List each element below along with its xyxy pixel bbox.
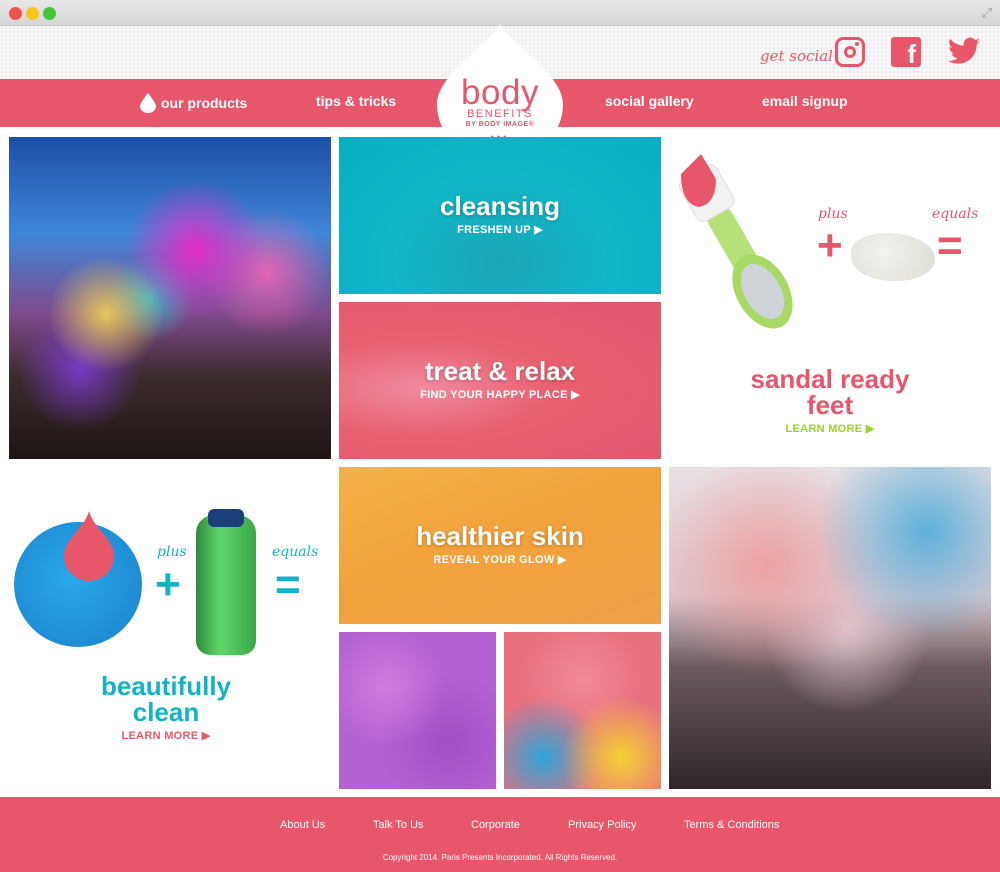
- purple-sponges-photo[interactable]: [339, 632, 496, 789]
- promo-sandal-ready-feet: plus + equals = sandal ready feet LEARN …: [669, 137, 991, 459]
- promo-feet-learn-more[interactable]: LEARN MORE ▶: [669, 422, 991, 435]
- footer: About Us Talk To Us Corporate Privacy Po…: [0, 797, 1000, 872]
- sponge-tag-image: [64, 511, 114, 581]
- facebook-icon[interactable]: f: [891, 37, 921, 67]
- minimize-window-button[interactable]: [26, 7, 39, 20]
- mixed-sponges-photo[interactable]: [504, 632, 661, 789]
- browser-titlebar: ⤢: [0, 0, 1000, 26]
- nav-our-products[interactable]: our products: [140, 93, 247, 113]
- twitter-icon[interactable]: [948, 37, 980, 67]
- footer-link-privacy[interactable]: Privacy Policy: [568, 819, 636, 831]
- promo-clean-title-line2: clean: [132, 697, 200, 727]
- equals-sign: =: [937, 221, 963, 270]
- tile-healthier-link[interactable]: REVEAL YOUR GLOW ▶: [339, 553, 661, 566]
- tile-cleansing-title: cleansing: [440, 191, 560, 221]
- equals-sign-2: =: [275, 560, 301, 609]
- foot-file-product-image: [679, 154, 793, 329]
- maximize-window-button[interactable]: [43, 7, 56, 20]
- body-wash-bottle-image: [196, 509, 256, 655]
- tile-treat-title: treat & relax: [424, 356, 576, 386]
- nav-tips-tricks[interactable]: tips & tricks: [316, 93, 396, 109]
- color-party-crowd-photo[interactable]: [669, 467, 991, 789]
- promo-clean-learn-more[interactable]: LEARN MORE ▶: [5, 729, 327, 742]
- plus-label: plus: [818, 206, 848, 222]
- promo-clean-title-line1: beautifully: [100, 671, 231, 701]
- get-social-label: get social: [760, 47, 833, 65]
- tile-healthier-title: healthier skin: [416, 521, 584, 551]
- promo-feet-title-line2: feet: [806, 390, 854, 420]
- footer-link-talk[interactable]: Talk To Us: [373, 819, 424, 831]
- footer-link-terms[interactable]: Terms & Conditions: [684, 819, 779, 831]
- footer-copyright: Copyright 2014. Paris Presents Incorpora…: [382, 853, 618, 862]
- logo-byline: BY BODY IMAGE®: [465, 121, 535, 128]
- nav-social-gallery[interactable]: social gallery: [605, 93, 694, 109]
- droplet-icon: [140, 93, 156, 113]
- close-window-button[interactable]: [9, 7, 22, 20]
- footer-link-corporate[interactable]: Corporate: [471, 819, 520, 831]
- fullscreen-icon[interactable]: ⤢: [982, 5, 992, 21]
- plus-sign-2: +: [155, 560, 181, 609]
- nav-email-signup[interactable]: email signup: [762, 93, 848, 109]
- scrub-product-image: [851, 233, 935, 281]
- tile-treat-link[interactable]: FIND YOUR HAPPY PLACE ▶: [339, 388, 661, 401]
- promo-feet-title-line1: sandal ready: [750, 364, 910, 394]
- equals-label-2: equals: [272, 544, 319, 560]
- tile-healthier-skin[interactable]: healthier skin REVEAL YOUR GLOW ▶: [339, 467, 661, 624]
- equals-label: equals: [932, 206, 979, 222]
- color-run-crowd-photo[interactable]: [9, 137, 331, 459]
- tile-treat-relax[interactable]: treat & relax FIND YOUR HAPPY PLACE ▶: [339, 302, 661, 459]
- logo-subtitle: BENEFITS: [467, 108, 533, 120]
- plus-label-2: plus: [157, 544, 187, 560]
- plus-sign: +: [817, 221, 843, 270]
- tile-cleansing-link[interactable]: FRESHEN UP ▶: [339, 223, 661, 236]
- instagram-icon[interactable]: [835, 37, 865, 67]
- footer-link-about[interactable]: About Us: [280, 819, 325, 831]
- promo-beautifully-clean: plus + equals = beautifully clean LEARN …: [9, 467, 331, 789]
- logo-wordmark: body: [461, 73, 539, 112]
- tile-cleansing[interactable]: cleansing FRESHEN UP ▶: [339, 137, 661, 294]
